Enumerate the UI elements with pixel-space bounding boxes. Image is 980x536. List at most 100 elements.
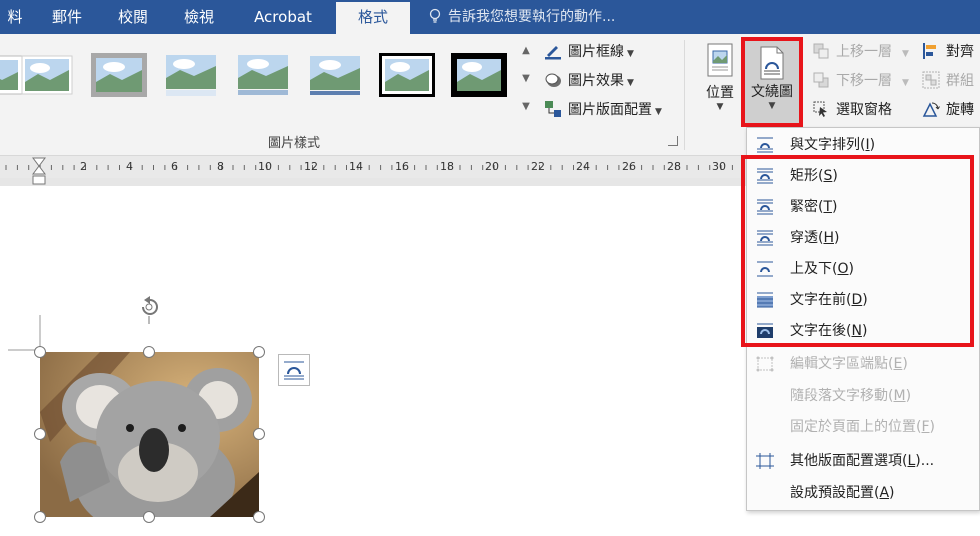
menu-access-key: F xyxy=(921,419,930,435)
position-button[interactable]: 位置 ▼ xyxy=(698,42,742,124)
selection-pane-label: 選取窗格 xyxy=(836,102,892,118)
resize-handle-bottom-left[interactable] xyxy=(34,511,46,523)
picture-style-3[interactable] xyxy=(162,52,220,98)
tell-me-box[interactable]: 告訴我您想要執行的動作... xyxy=(428,0,615,34)
ruler-label: 10 xyxy=(258,160,272,173)
in-line-with-text-icon xyxy=(757,137,773,153)
ruler-label: 16 xyxy=(395,160,409,173)
ruler-label: 6 xyxy=(171,160,178,173)
menu-item-set-as-default[interactable]: 設成預設配置(A) xyxy=(747,478,979,508)
picture-style-4[interactable] xyxy=(234,52,292,98)
picture-effects-icon xyxy=(545,73,561,87)
tab-references[interactable]: 料 xyxy=(0,0,30,34)
menu-label: 固定於頁面上的位置( xyxy=(790,419,922,435)
ruler-label: 28 xyxy=(667,160,681,173)
gallery-scroll-up[interactable]: ▲ xyxy=(518,40,534,62)
menu-label-end: ) xyxy=(929,419,935,435)
tab-view[interactable]: 檢視 xyxy=(172,0,226,34)
picture-effects-button[interactable]: 圖片效果 ▼ xyxy=(544,69,634,93)
gallery-scroll-down[interactable]: ▼ xyxy=(518,68,534,90)
dialog-launcher-icon[interactable] xyxy=(668,136,678,146)
resize-handle-left[interactable] xyxy=(34,428,46,440)
ruler-label: 30 xyxy=(712,160,726,173)
ribbon-tab-bar: 料 郵件 校閱 檢視 Acrobat 格式 告訴我您想要執行的動作... xyxy=(0,0,980,34)
menu-item-move-with-text[interactable]: 隨段落文字移動(M) xyxy=(747,381,979,411)
ruler-label: 14 xyxy=(349,160,363,173)
position-icon xyxy=(707,43,733,77)
picture-style-1[interactable] xyxy=(18,52,76,98)
layout-options-button[interactable] xyxy=(278,354,310,386)
ruler-label: 22 xyxy=(531,160,545,173)
picture-effects-label: 圖片效果 xyxy=(568,73,624,89)
send-backward-icon xyxy=(813,72,829,88)
tab-format[interactable]: 格式 xyxy=(336,2,410,34)
menu-access-key: M xyxy=(893,388,906,404)
tab-mailings[interactable]: 郵件 xyxy=(40,0,94,34)
picture-layout-icon xyxy=(545,101,561,117)
menu-label: 隨段落文字移動( xyxy=(790,388,894,404)
picture-style-5[interactable] xyxy=(306,52,364,98)
bring-forward-label: 上移一層 xyxy=(836,44,892,60)
koala-picture[interactable] xyxy=(40,352,259,517)
align-button[interactable]: 對齊 xyxy=(922,40,974,64)
align-label: 對齊 xyxy=(946,44,974,60)
ruler-label: 18 xyxy=(440,160,454,173)
menu-item-edit-wrap-points[interactable]: 編輯文字區端點(E) xyxy=(747,349,979,379)
rotate-button[interactable]: 旋轉 xyxy=(922,98,974,122)
picture-style-7[interactable] xyxy=(450,52,508,98)
edit-wrap-points-icon xyxy=(756,356,774,372)
picture-layout-button[interactable]: 圖片版面配置 ▼ xyxy=(544,98,662,122)
resize-handle-top-right[interactable] xyxy=(253,346,265,358)
resize-handle-bottom[interactable] xyxy=(143,511,155,523)
ruler-label: 20 xyxy=(485,160,499,173)
selection-pane-button[interactable]: 選取窗格 xyxy=(812,98,892,122)
menu-access-key: A xyxy=(879,485,890,501)
picture-border-button[interactable]: 圖片框線 ▼ xyxy=(544,40,634,64)
resize-handle-top[interactable] xyxy=(143,346,155,358)
wrap-text-icon xyxy=(760,46,784,80)
wrap-text-arrow: ▼ xyxy=(768,101,776,111)
pencil-border-icon xyxy=(545,46,561,60)
gallery-more[interactable]: ▼ xyxy=(518,96,534,118)
wrap-text-button[interactable]: 文繞圖 ▼ xyxy=(741,37,803,127)
menu-label: 與文字排列( xyxy=(790,137,866,153)
picture-border-label: 圖片框線 xyxy=(568,44,624,60)
rotate-handle-icon[interactable] xyxy=(137,295,163,325)
tab-review[interactable]: 校閱 xyxy=(106,0,160,34)
group-button[interactable]: 群組 xyxy=(922,69,974,93)
ruler-label: 4 xyxy=(126,160,133,173)
resize-handle-bottom-right[interactable] xyxy=(253,511,265,523)
ruler-label: 12 xyxy=(304,160,318,173)
group-label-picture-styles: 圖片樣式 xyxy=(268,136,321,151)
send-backward-label: 下移一層 xyxy=(836,73,892,89)
ruler-label: 2 xyxy=(80,160,87,173)
send-backward-button[interactable]: 下移一層 ▼ xyxy=(812,69,909,93)
picture-style-6[interactable] xyxy=(378,52,436,98)
bring-forward-button[interactable]: 上移一層 ▼ xyxy=(812,40,909,64)
selection-pane-icon xyxy=(813,101,827,117)
lightbulb-icon xyxy=(429,8,441,23)
more-layout-options-icon xyxy=(756,453,774,469)
group-icon xyxy=(922,71,940,89)
menu-label: 編輯文字區端點( xyxy=(790,356,894,372)
tab-acrobat[interactable]: Acrobat xyxy=(240,0,326,34)
menu-item-fix-position-on-page[interactable]: 固定於頁面上的位置(F) xyxy=(747,412,979,442)
ruler-label: 24 xyxy=(576,160,590,173)
align-icon xyxy=(923,43,936,59)
picture-style-2[interactable] xyxy=(90,52,148,98)
annotation-highlight-box xyxy=(741,155,974,347)
menu-label-end: ) xyxy=(902,356,908,372)
group-label: 群組 xyxy=(946,73,974,89)
bring-forward-icon xyxy=(813,43,829,59)
menu-label-end: ) xyxy=(889,485,895,501)
menu-label: 其他版面配置選項( xyxy=(790,453,908,469)
menu-item-more-layout-options[interactable]: 其他版面配置選項(L)... xyxy=(747,446,979,476)
resize-handle-right[interactable] xyxy=(253,428,265,440)
resize-handle-top-left[interactable] xyxy=(34,346,46,358)
group-separator xyxy=(684,40,685,150)
koala-image xyxy=(40,352,259,517)
rotate-icon xyxy=(922,102,940,117)
picture-layout-label: 圖片版面配置 xyxy=(568,102,652,118)
layout-options-icon xyxy=(284,361,304,380)
menu-label-end: ) xyxy=(869,137,876,153)
